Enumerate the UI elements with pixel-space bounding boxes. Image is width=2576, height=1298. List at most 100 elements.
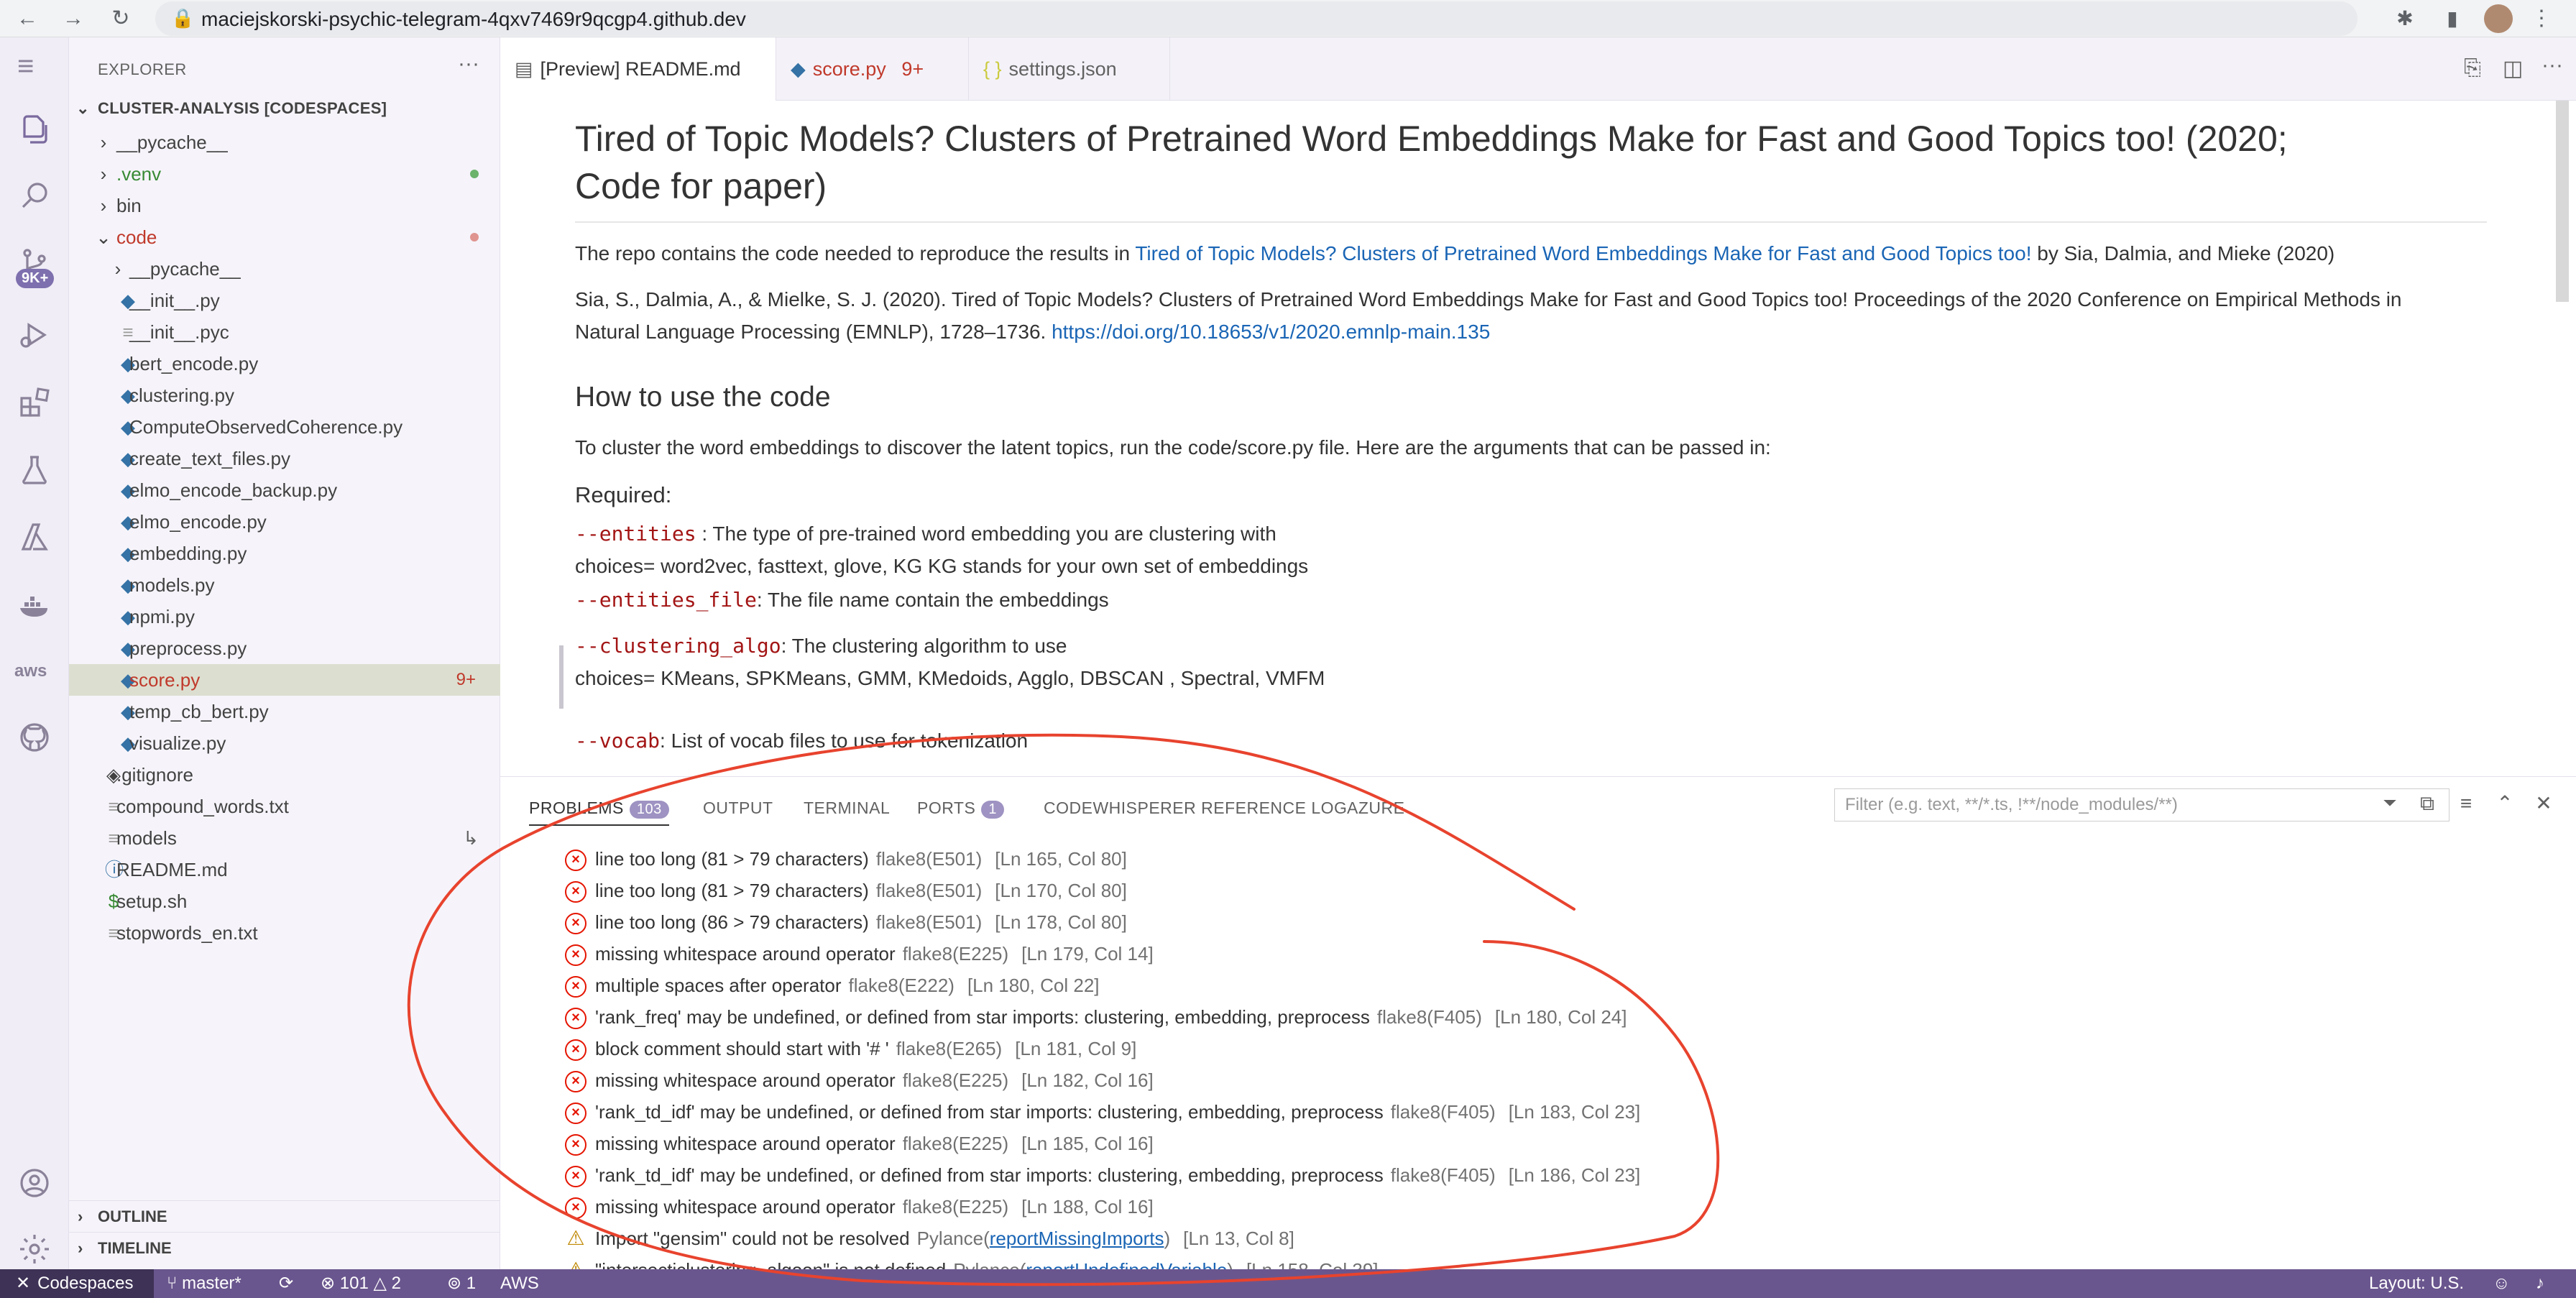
workspace-section-header[interactable]: ⌄ CLUSTER-ANALYSIS [CODESPACES] bbox=[69, 93, 500, 124]
file-item[interactable]: ◈ .gitignore bbox=[69, 759, 500, 791]
problem-row[interactable]: × missing whitespace around operator flake… bbox=[565, 1064, 1154, 1096]
rule-link[interactable]: reportMissingImports bbox=[990, 1228, 1164, 1249]
arg-clustering-algo: --clustering_algo: The clustering algori… bbox=[575, 634, 1325, 689]
reload-icon[interactable]: ↻ bbox=[106, 4, 135, 33]
problem-row[interactable]: × block comment should start with '# ' fla… bbox=[565, 1033, 1136, 1064]
collapse-all-icon[interactable]: ⧉ bbox=[2415, 791, 2439, 816]
testing-icon[interactable] bbox=[17, 453, 52, 487]
azure-icon[interactable] bbox=[17, 520, 52, 555]
feedback-icon[interactable]: ☺ bbox=[2493, 1269, 2511, 1298]
file-item[interactable]: ◆ preprocess.py bbox=[69, 632, 500, 664]
address-bar[interactable]: 🔒 maciejskorski-psychic-telegram-4qxv746… bbox=[155, 1, 2358, 36]
problem-row[interactable]: × line too long (81 > 79 characters) flake… bbox=[565, 843, 1127, 875]
problems-filter-input[interactable]: Filter (e.g. text, **/*.ts, !**/node_mod… bbox=[1834, 788, 2450, 821]
file-item[interactable]: ◆ visualize.py bbox=[69, 727, 500, 759]
file-item[interactable]: ◆ score.py 9+ bbox=[69, 664, 500, 696]
problem-row[interactable]: × line too long (81 > 79 characters) flake… bbox=[565, 875, 1127, 906]
file-item[interactable]: ⓘ README.md bbox=[69, 854, 500, 885]
keyboard-layout[interactable]: Layout: U.S. bbox=[2369, 1269, 2464, 1298]
file-item[interactable]: ◆ npmi.py bbox=[69, 601, 500, 632]
paper-link[interactable]: Tired of Topic Models? Clusters of Pretr… bbox=[1135, 242, 2031, 264]
menu-icon[interactable]: ≡ bbox=[17, 52, 52, 86]
branch-indicator[interactable]: ⑂ master* bbox=[167, 1269, 242, 1298]
tab-azure[interactable]: AZURE bbox=[1347, 798, 1404, 818]
open-source-icon[interactable]: ⎘ bbox=[2464, 56, 2481, 80]
problem-row[interactable]: × line too long (86 > 79 characters) flake… bbox=[565, 906, 1127, 938]
explorer-more-icon[interactable]: ··· bbox=[458, 52, 479, 76]
file-item[interactable]: $ setup.sh bbox=[69, 885, 500, 917]
run-debug-icon[interactable] bbox=[17, 318, 52, 352]
file-item[interactable]: ◆ embedding.py bbox=[69, 538, 500, 569]
forward-icon[interactable]: → bbox=[59, 4, 88, 33]
more-actions-icon[interactable]: ··· bbox=[2542, 53, 2563, 78]
filter-funnel-icon[interactable]: ⏷ bbox=[2378, 791, 2402, 816]
problem-row[interactable]: × missing whitespace around operator flake… bbox=[565, 1191, 1154, 1223]
tab-score-py[interactable]: ◆ score.py 9+ bbox=[776, 37, 969, 101]
file-item-label: stopwords_en.txt bbox=[116, 922, 258, 944]
file-item[interactable]: ◆ elmo_encode_backup.py bbox=[69, 474, 500, 506]
maximize-panel-icon[interactable]: ⌃ bbox=[2493, 791, 2517, 816]
tab-readme-preview[interactable]: ▤ [Preview] README.md bbox=[500, 37, 776, 101]
sidepanel-icon[interactable]: ▮ bbox=[2438, 4, 2467, 33]
file-item[interactable]: ◆ __init__.py bbox=[69, 285, 500, 316]
back-icon[interactable]: ← bbox=[13, 4, 42, 33]
github-icon[interactable] bbox=[17, 720, 52, 755]
file-item[interactable]: ◆ models.py bbox=[69, 569, 500, 601]
account-icon[interactable] bbox=[17, 1166, 52, 1200]
timeline-section[interactable]: › TIMELINE bbox=[69, 1232, 500, 1264]
folder-item[interactable]: › __pycache__ bbox=[69, 126, 500, 158]
tab-output[interactable]: OUTPUT bbox=[703, 798, 773, 818]
ports-indicator[interactable]: ⊚ 1 bbox=[447, 1269, 476, 1298]
folder-item[interactable]: › bin bbox=[69, 190, 500, 221]
problem-source: flake8(F405) bbox=[1390, 1101, 1496, 1123]
avatar[interactable] bbox=[2484, 4, 2513, 33]
file-item[interactable]: ≡ stopwords_en.txt bbox=[69, 917, 500, 949]
file-item[interactable]: ◆ temp_cb_bert.py bbox=[69, 696, 500, 727]
problems-indicator[interactable]: ⊗ 101 △ 2 bbox=[321, 1269, 401, 1298]
extensions-icon[interactable] bbox=[17, 385, 52, 420]
tab-codewhisperer-log[interactable]: CODEWHISPERER REFERENCE LOG bbox=[1044, 798, 1347, 818]
tab-terminal[interactable]: TERMINAL bbox=[804, 798, 890, 818]
file-item[interactable]: ≡ models ↳ bbox=[69, 822, 500, 854]
problem-row[interactable]: ⚠ Import "gensim" could not be resolved Py… bbox=[565, 1223, 1294, 1254]
folder-item[interactable]: › .venv bbox=[69, 158, 500, 190]
folder-item[interactable]: › __pycache__ bbox=[69, 253, 500, 285]
tab-ports[interactable]: PORTS 1 bbox=[917, 798, 1004, 819]
problem-row[interactable]: × missing whitespace around operator flake… bbox=[565, 1128, 1154, 1159]
outline-section[interactable]: › OUTLINE bbox=[69, 1200, 500, 1232]
file-item[interactable]: ◆ bert_encode.py bbox=[69, 348, 500, 379]
file-item[interactable]: ≡ __init__.pyc bbox=[69, 316, 500, 348]
notifications-bell-icon[interactable]: ♪ bbox=[2536, 1269, 2544, 1298]
file-item[interactable]: ≡ compound_words.txt bbox=[69, 791, 500, 822]
more-icon[interactable]: ⋮ bbox=[2527, 4, 2556, 33]
file-item[interactable]: ◆ create_text_files.py bbox=[69, 443, 500, 474]
split-editor-icon[interactable]: ◫ bbox=[2503, 56, 2523, 81]
folder-item[interactable]: ⌄ code bbox=[69, 221, 500, 253]
problem-source: flake8(E225) bbox=[902, 1069, 1009, 1091]
file-item[interactable]: ◆ elmo_encode.py bbox=[69, 506, 500, 538]
remote-indicator[interactable]: ✕ Codespaces bbox=[0, 1269, 154, 1298]
aws-status[interactable]: AWS bbox=[500, 1269, 539, 1298]
extensions-icon[interactable]: ✱ bbox=[2391, 4, 2419, 33]
doi-link[interactable]: https://doi.org/10.18653/v1/2020.emnlp-m… bbox=[1052, 321, 1490, 343]
file-item[interactable]: ◆ clustering.py bbox=[69, 379, 500, 411]
settings-gear-icon[interactable] bbox=[17, 1232, 52, 1266]
close-panel-icon[interactable]: ✕ bbox=[2531, 791, 2556, 816]
tab-problems[interactable]: PROBLEMS 103 bbox=[529, 798, 669, 826]
problem-row[interactable]: × 'rank_freq' may be undefined, or define… bbox=[565, 1001, 1627, 1033]
file-item-label: ComputeObservedCoherence.py bbox=[129, 416, 403, 438]
problem-row[interactable]: × 'rank_td_idf' may be undefined, or defi… bbox=[565, 1096, 1640, 1128]
search-icon[interactable] bbox=[17, 178, 52, 213]
problem-row[interactable]: × missing whitespace around operator flake… bbox=[565, 938, 1154, 970]
view-as-list-icon[interactable]: ≡ bbox=[2454, 791, 2478, 816]
sync-icon[interactable]: ⟳ bbox=[279, 1269, 293, 1298]
file-item[interactable]: ◆ ComputeObservedCoherence.py bbox=[69, 411, 500, 443]
docker-icon[interactable] bbox=[17, 588, 52, 622]
explorer-icon[interactable] bbox=[17, 112, 52, 147]
problem-message: missing whitespace around operator bbox=[595, 1133, 896, 1154]
problem-row[interactable]: × multiple spaces after operator flake8(E2… bbox=[565, 970, 1100, 1001]
preview-scrollbar[interactable] bbox=[2556, 101, 2569, 302]
problem-row[interactable]: × 'rank_td_idf' may be undefined, or defi… bbox=[565, 1159, 1640, 1191]
tab-settings-json[interactable]: { } settings.json bbox=[969, 37, 1170, 101]
aws-icon[interactable]: aws bbox=[14, 661, 47, 681]
